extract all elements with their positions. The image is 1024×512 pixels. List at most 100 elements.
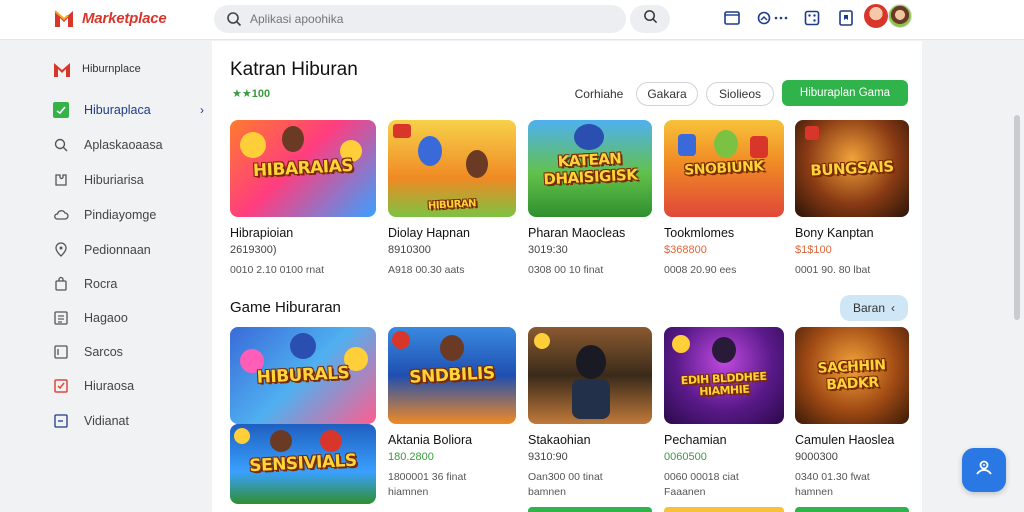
game-thumbnail[interactable]: HIBURAN	[388, 120, 516, 217]
sidebar-item-aplaskaoaasa[interactable]: Aplaskaoaasa	[52, 134, 212, 156]
game-card[interactable]: SNOBIUNK Tookmlomes $368800 0008 20.90 e…	[664, 120, 784, 276]
game-thumbnail[interactable]: SNOBIUNK	[664, 120, 784, 217]
game-card[interactable]: SACHHIN BADKR Camulen Haoslea 9000300 03…	[795, 327, 909, 498]
location-icon	[52, 241, 70, 259]
game-card[interactable]: SENSIVIALS	[230, 424, 376, 504]
game-price: $368800	[664, 244, 707, 256]
sidebar-item-label: Hiburiarisa	[84, 173, 144, 187]
game-price: 8910300	[388, 244, 431, 256]
sidebar-item-label: Hiburaplaca	[84, 103, 151, 117]
game-meta-secondary: Faaanen	[664, 486, 706, 498]
game-thumbnail-title: BUNGSAIS	[809, 156, 895, 180]
app-name: Marketplace	[82, 9, 167, 27]
game-price: 180.2800	[388, 451, 434, 463]
sidebar-item-pindiayomge[interactable]: Pindiayomge	[52, 204, 212, 226]
filter-chip[interactable]: Gakara	[636, 82, 698, 106]
game-price: 0060500	[664, 451, 707, 463]
game-title[interactable]: Hibrapioian	[230, 226, 376, 240]
game-thumbnail[interactable]: SACHHIN BADKR	[795, 327, 909, 424]
sidebar-item-label: Sarcos	[84, 345, 123, 359]
main-content: Katran Hiburan ★★100 Corhiahe Gakara Sio…	[212, 41, 922, 512]
more-label: Baran	[852, 301, 886, 315]
game-card[interactable]: Stakaohian 9310:90 Oan300 00 tinat bamne…	[528, 327, 652, 498]
list-icon	[52, 309, 70, 327]
headset-icon[interactable]	[756, 8, 790, 28]
game-card[interactable]: KATEAN DHAISIGISK Pharan Maocleas 3019:3…	[528, 120, 652, 276]
game-meta: 0001 90. 80 lbat	[795, 264, 871, 276]
primary-cta-button[interactable]: Hiburaplan Gama	[782, 80, 908, 106]
sidebar-item-label: Pedionnaan	[84, 243, 151, 257]
chevron-right-icon: ›	[200, 103, 204, 117]
sidebar-brand[interactable]: Hiburnplace	[52, 59, 141, 79]
sidebar-item-label: Vidianat	[84, 414, 129, 428]
sidebar-item-hiburaplaca[interactable]: Hiburaplaca ›	[52, 99, 212, 121]
sidebar-item-pedionnaan[interactable]: Pedionnaan	[52, 239, 212, 261]
game-card[interactable]: HIBURALS	[230, 327, 376, 424]
window-icon[interactable]	[722, 8, 742, 28]
user-avatar[interactable]	[888, 4, 912, 28]
game-title[interactable]: Bony Kanptan	[795, 226, 909, 240]
game-card[interactable]: BUNGSAIS Bony Kanptan $1$100 0001 90. 80…	[795, 120, 909, 276]
game-title[interactable]: Camulen Haoslea	[795, 433, 909, 447]
game-title[interactable]: Tookmlomes	[664, 226, 784, 240]
game-price: 9310:90	[528, 451, 568, 463]
game-price: 2619300)	[230, 244, 277, 256]
game-title[interactable]: Stakaohian	[528, 433, 652, 447]
install-button[interactable]	[664, 507, 784, 512]
assistant-icon	[972, 456, 996, 485]
game-meta: A918 00.30 aats	[388, 264, 465, 276]
game-thumbnail[interactable]: EDIH BLDDHEE HIAMHIE	[664, 327, 784, 424]
game-price: 3019:30	[528, 244, 568, 256]
top-bar: Marketplace	[0, 0, 1024, 40]
game-thumbnail-title: SNDBILIS	[408, 362, 496, 388]
sidebar-item-hiuraosa[interactable]: Hiuraosa	[52, 375, 212, 397]
game-thumbnail-title: EDIH BLDDHEE HIAMHIE	[680, 369, 767, 399]
more-button[interactable]: Baran ‹	[840, 295, 908, 321]
top-icon-bar	[722, 8, 870, 28]
search-icon	[226, 11, 242, 27]
sidebar-item-hiburiarisa[interactable]: Hiburiarisa	[52, 169, 212, 191]
sidebar-item-vidianat[interactable]: Vidianat	[52, 410, 212, 432]
search-icon	[643, 9, 658, 29]
search-button[interactable]	[630, 5, 670, 33]
game-card[interactable]: EDIH BLDDHEE HIAMHIE Pechamian 0060500 0…	[664, 327, 784, 498]
game-card[interactable]: HIBURAN Diolay Hapnan 8910300 A918 00.30…	[388, 120, 516, 276]
game-thumbnail[interactable]: BUNGSAIS	[795, 120, 909, 217]
avatar[interactable]	[864, 4, 888, 28]
rating: ★★100	[232, 88, 271, 100]
game-thumbnail[interactable]: SNDBILIS	[388, 327, 516, 424]
sidebar-item-sarcos[interactable]: Sarcos	[52, 341, 212, 363]
game-thumbnail-title: KATEAN DHAISIGISK	[543, 148, 638, 188]
game-thumbnail[interactable]: KATEAN DHAISIGISK	[528, 120, 652, 217]
bookmark-icon[interactable]	[836, 8, 856, 28]
sidebar-item-label: Hagaoo	[84, 311, 128, 325]
game-card[interactable]: SNDBILIS Aktania Boliora 180.2800 180000…	[388, 327, 516, 498]
game-title[interactable]: Pharan Maocleas	[528, 226, 652, 240]
game-title[interactable]: Aktania Boliora	[388, 433, 516, 447]
scrollbar[interactable]	[1014, 115, 1020, 320]
filter-chip[interactable]: Corhiahe	[568, 82, 630, 106]
marketplace-logo-icon	[52, 6, 76, 30]
search-input[interactable]	[250, 12, 610, 26]
game-title[interactable]: Diolay Hapnan	[388, 226, 516, 240]
install-button[interactable]	[795, 507, 909, 512]
game-thumbnail[interactable]: HIBURALS	[230, 327, 376, 424]
sidebar-item-rocra[interactable]: Rocra	[52, 273, 212, 295]
filter-chip[interactable]: Siolieos	[706, 82, 774, 106]
game-title[interactable]: Pechamian	[664, 433, 784, 447]
dice-icon[interactable]	[802, 8, 822, 28]
game-meta-secondary: hiamnen	[388, 486, 429, 498]
sidebar-item-hagaoo[interactable]: Hagaoo	[52, 307, 212, 329]
sidebar-item-label: Pindiayomge	[84, 208, 157, 222]
game-thumbnail[interactable]: SENSIVIALS	[230, 424, 376, 504]
game-thumbnail[interactable]	[528, 327, 652, 424]
search-bar[interactable]	[214, 5, 626, 33]
install-button[interactable]	[528, 507, 652, 512]
assistant-fab[interactable]	[962, 448, 1006, 492]
game-card[interactable]: HIBARAIAS Hibrapioian 2619300) 0010 2.10…	[230, 120, 376, 276]
game-thumbnail-title: SNOBIUNK	[683, 157, 765, 179]
app-logo[interactable]: Marketplace	[52, 6, 167, 30]
game-thumbnail[interactable]: HIBARAIAS	[230, 120, 376, 217]
sidebar-item-label: Hiuraosa	[84, 379, 135, 393]
puzzle-icon	[52, 171, 70, 189]
